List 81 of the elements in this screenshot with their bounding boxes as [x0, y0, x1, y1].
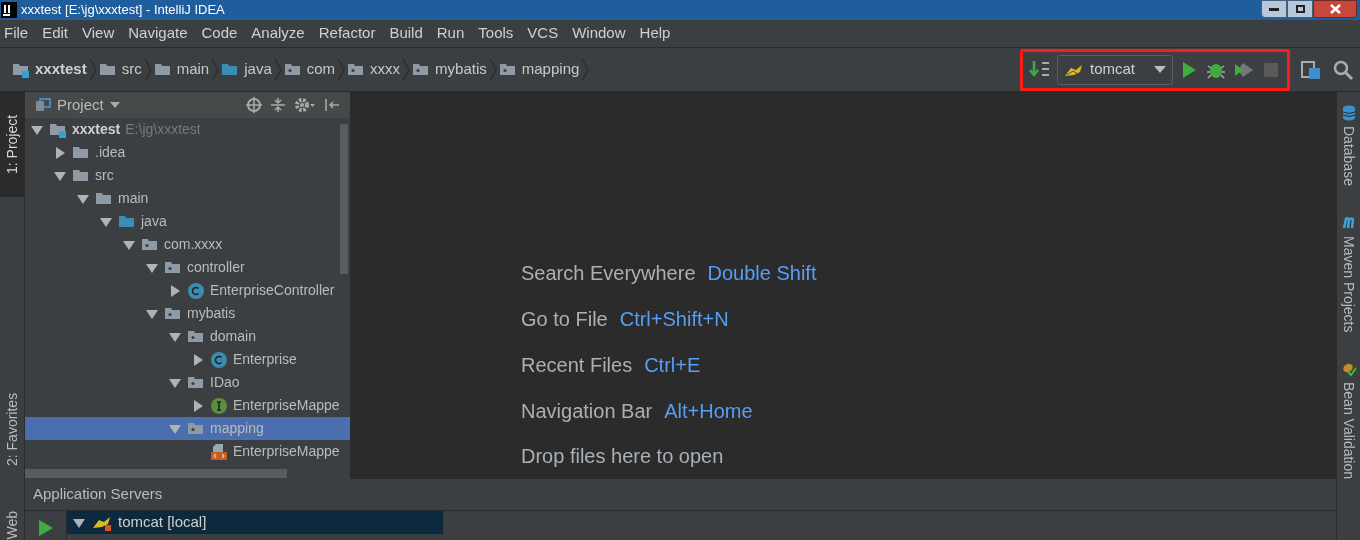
minimize-button[interactable]: [1261, 0, 1287, 18]
menu-item[interactable]: Build: [389, 22, 423, 45]
hint-text: Search Everywhere: [521, 260, 696, 286]
breadcrumb[interactable]: mybatis: [435, 58, 487, 81]
menu-item[interactable]: Refactor: [318, 22, 376, 45]
class-icon: [187, 281, 205, 300]
project-icon: [35, 98, 51, 112]
database-icon: [1340, 104, 1357, 122]
breadcrumb[interactable]: main: [176, 58, 210, 81]
breadcrumb[interactable]: src: [121, 58, 142, 81]
shortcut-text: Double Shift: [707, 260, 817, 286]
tree-item[interactable]: controller: [25, 256, 350, 279]
menu-item[interactable]: Analyze: [251, 22, 305, 45]
caret-icon: [1154, 66, 1166, 73]
tree-item[interactable]: tomcat [local]: [67, 511, 443, 534]
run-icon[interactable]: [37, 519, 54, 537]
collapse-arrow-icon[interactable]: [191, 398, 205, 413]
tree-item[interactable]: EnterpriseController: [25, 279, 350, 302]
shortcut-text: Ctrl+Shift+N: [619, 306, 729, 332]
close-button[interactable]: [1313, 0, 1357, 18]
settings-icon[interactable]: [294, 97, 316, 113]
collapse-arrow-icon[interactable]: [53, 145, 67, 160]
restore-button[interactable]: [1287, 0, 1313, 18]
shortcut-text: Alt+Home: [664, 398, 753, 424]
panel-title: Application Servers: [33, 484, 163, 505]
collapse-arrow-icon[interactable]: [168, 283, 182, 298]
menu-item[interactable]: Navigate: [128, 22, 188, 45]
tree-item[interactable]: main: [25, 187, 350, 210]
menu-item[interactable]: Help: [639, 22, 671, 45]
caret-icon[interactable]: [109, 102, 120, 108]
tree-item[interactable]: domain: [25, 325, 350, 348]
tree-item[interactable]: src: [25, 164, 350, 187]
interface-icon: [210, 396, 228, 415]
menu-item[interactable]: VCS: [527, 22, 559, 45]
hint-text: Navigation Bar: [521, 398, 653, 424]
collapse-arrow-icon[interactable]: [191, 352, 205, 367]
target-icon[interactable]: [246, 97, 262, 113]
tree-item[interactable]: mybatis: [25, 302, 350, 325]
xml-file-icon: [210, 442, 228, 461]
tree-item[interactable]: EnterpriseMappe: [25, 394, 350, 417]
panel-title[interactable]: Project: [57, 93, 104, 117]
tool-window-tab[interactable]: Maven Projects: [1338, 235, 1359, 333]
breadcrumb[interactable]: java: [244, 58, 272, 81]
tree-item[interactable]: .idea: [25, 141, 350, 164]
menu-item[interactable]: Code: [201, 22, 238, 45]
close-icon: [1329, 4, 1341, 14]
tool-window-tab[interactable]: Bean Validation: [1338, 382, 1359, 480]
tool-window-tab[interactable]: Web: [0, 511, 24, 540]
tool-window-tab[interactable]: 2: Favorites: [0, 379, 24, 479]
breadcrumb[interactable]: xxxtest: [35, 58, 87, 81]
collapse-icon[interactable]: [270, 97, 286, 113]
tool-window-tab[interactable]: 1: Project: [0, 92, 24, 197]
menu-item[interactable]: Edit: [42, 22, 69, 45]
scrollbar[interactable]: [340, 124, 348, 274]
app-icon: [1, 2, 17, 18]
shortcut-text: Ctrl+E: [644, 352, 701, 378]
menu-item[interactable]: Tools: [478, 22, 514, 45]
hint-text: Go to File: [521, 306, 608, 332]
class-icon: [210, 350, 228, 369]
tree-item[interactable]: java: [25, 210, 350, 233]
breadcrumb[interactable]: xxxx: [370, 58, 401, 81]
run-configuration-dropdown[interactable]: tomcat: [1057, 54, 1173, 85]
search-icon[interactable]: [1332, 58, 1354, 81]
tree-item[interactable]: Enterprise: [25, 348, 350, 371]
menu-item[interactable]: View: [82, 22, 115, 45]
window-title: xxxtest [E:\jg\xxxtest] - IntelliJ IDEA: [21, 1, 225, 20]
scrollbar[interactable]: [25, 468, 287, 478]
tree-item[interactable]: com.xxxx: [25, 233, 350, 256]
breadcrumb[interactable]: com: [306, 58, 336, 81]
menu-item[interactable]: Run: [436, 22, 465, 45]
tree-item[interactable]: EnterpriseMappe: [25, 440, 350, 463]
hide-icon[interactable]: [324, 97, 340, 113]
menu-item[interactable]: File: [4, 22, 29, 45]
project-structure-icon[interactable]: [1300, 58, 1322, 81]
tool-window-tab[interactable]: Database: [1338, 126, 1359, 186]
breadcrumb[interactable]: mapping: [521, 58, 580, 81]
menu-item[interactable]: Window: [572, 22, 626, 45]
hint-text: Recent Files: [521, 352, 633, 378]
tree-item[interactable]: IDao: [25, 371, 350, 394]
tree-item[interactable]: xxxtest E:\jg\xxxtest: [25, 118, 350, 141]
hint-text: Drop files here to open: [521, 444, 724, 469]
